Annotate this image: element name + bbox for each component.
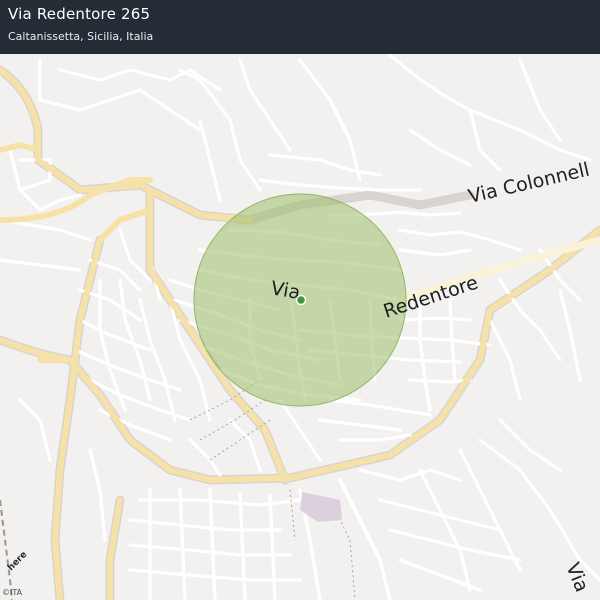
- copyright-text: ©ITA: [2, 588, 23, 597]
- address-subtitle: Caltanissetta, Sicilia, Italia: [8, 30, 154, 43]
- map-canvas[interactable]: Via Redentore Via Colonnell Via: [0, 0, 600, 600]
- address-header: Via Redentore 265 Caltanissetta, Sicilia…: [0, 0, 600, 54]
- address-marker[interactable]: [295, 294, 307, 306]
- address-title: Via Redentore 265: [8, 5, 151, 23]
